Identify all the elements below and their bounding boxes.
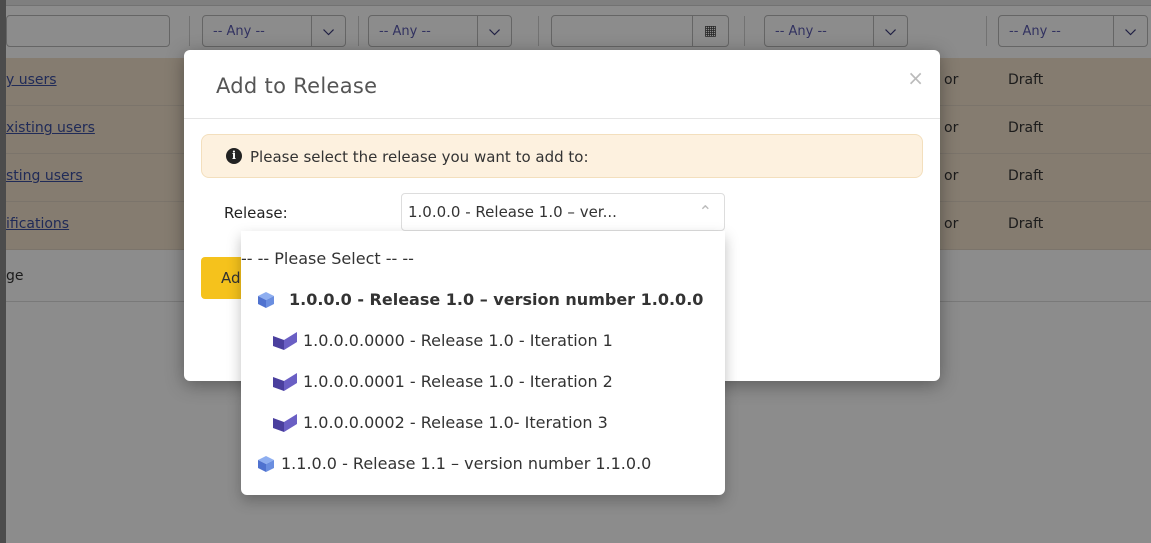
- option-label: -- -- Please Select -- --: [241, 249, 414, 268]
- alert-message: Please select the release you want to ad…: [250, 148, 589, 166]
- option-label: 1.0.0.0.0002 - Release 1.0- Iteration 3: [303, 413, 608, 432]
- iteration-book-icon: [273, 414, 297, 432]
- info-alert: i Please select the release you want to …: [201, 134, 923, 178]
- release-dropdown-list: -- -- Please Select -- -- 1.0.0.0 - Rele…: [241, 231, 725, 495]
- dialog-title: Add to Release: [216, 74, 378, 98]
- chevron-up-icon: ⌃: [698, 202, 712, 221]
- release-select[interactable]: 1.0.0.0 - Release 1.0 – ver... ⌃: [401, 193, 725, 231]
- iteration-book-icon: [273, 332, 297, 350]
- dropdown-option-release[interactable]: 1.1.0.0 - Release 1.1 – version number 1…: [241, 444, 725, 484]
- option-label: 1.0.0.0.0000 - Release 1.0 - Iteration 1: [303, 331, 613, 350]
- option-label: 1.0.0.0 - Release 1.0 – version number 1…: [289, 290, 704, 309]
- release-cube-icon: [258, 456, 274, 472]
- dropdown-option-placeholder[interactable]: -- -- Please Select -- --: [241, 239, 725, 279]
- option-label: 1.0.0.0.0001 - Release 1.0 - Iteration 2: [303, 372, 613, 391]
- close-icon[interactable]: ×: [907, 66, 924, 90]
- release-cube-icon: [258, 292, 274, 308]
- dropdown-option-release[interactable]: 1.0.0.0 - Release 1.0 – version number 1…: [241, 280, 725, 320]
- dialog-divider: [184, 118, 940, 119]
- info-icon: i: [226, 148, 242, 164]
- iteration-book-icon: [273, 373, 297, 391]
- option-label: 1.1.0.0 - Release 1.1 – version number 1…: [281, 454, 652, 473]
- release-label: Release:: [224, 204, 288, 222]
- dropdown-option-iteration[interactable]: 1.0.0.0.0001 - Release 1.0 - Iteration 2: [241, 362, 725, 402]
- release-select-value: 1.0.0.0 - Release 1.0 – ver...: [408, 203, 617, 221]
- dropdown-option-iteration[interactable]: 1.0.0.0.0002 - Release 1.0- Iteration 3: [241, 403, 725, 443]
- add-button-label: Ad: [221, 269, 241, 287]
- dropdown-option-iteration[interactable]: 1.0.0.0.0000 - Release 1.0 - Iteration 1: [241, 321, 725, 361]
